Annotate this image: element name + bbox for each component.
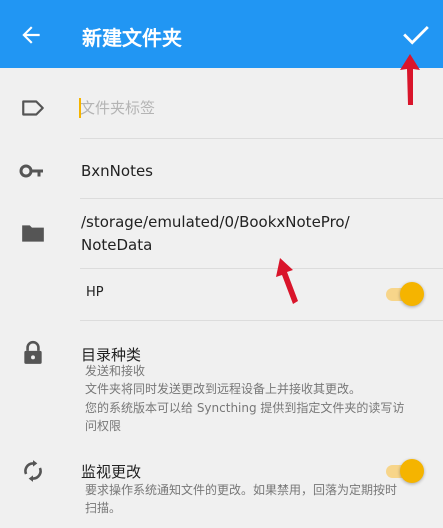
device-share-toggle[interactable] [384,281,424,307]
folder-icon [22,225,44,242]
folder-path-line1[interactable]: /storage/emulated/0/BookxNotePro/ [81,213,350,231]
folder-id-field[interactable]: BxnNotes [81,162,153,180]
watch-changes-toggle[interactable] [384,458,424,484]
watch-changes-desc-1: 要求操作系统通知文件的更改。如果禁用，回落为定期按时 [85,483,398,497]
divider [80,198,443,199]
folder-label-input[interactable] [80,96,420,120]
watch-changes-desc-2: 扫描。 [85,501,122,515]
toggle-knob [400,459,424,483]
folder-type-desc-2: 您的系统版本可以给 Syncthing 提供到指定文件夹的读写访 [85,401,405,415]
checkmark-icon[interactable] [403,24,429,46]
arrow-left-icon[interactable] [18,22,44,48]
folder-type-desc-1: 文件夹将同时发送更改到远程设备上并接收其更改。 [85,382,362,396]
lock-icon [24,340,42,364]
sync-icon [24,460,42,482]
folder-type-title[interactable]: 目录种类 [81,344,141,365]
folder-path-line2[interactable]: NoteData [81,236,152,254]
annotation-arrow-icon [400,54,420,105]
watch-changes-title[interactable]: 监视更改 [81,461,141,482]
divider [80,138,443,139]
divider [80,320,443,321]
toggle-knob [400,282,424,306]
key-icon [19,164,43,178]
folder-type-value: 发送和接收 [85,364,146,378]
device-name: HP [86,285,104,300]
page-title: 新建文件夹 [82,26,182,50]
label-icon [22,100,44,116]
annotation-arrow-icon [276,258,298,304]
app-bar: 新建文件夹 [0,0,443,68]
divider [80,268,443,269]
text-cursor [79,98,81,118]
folder-type-desc-3: 问权限 [85,419,122,433]
